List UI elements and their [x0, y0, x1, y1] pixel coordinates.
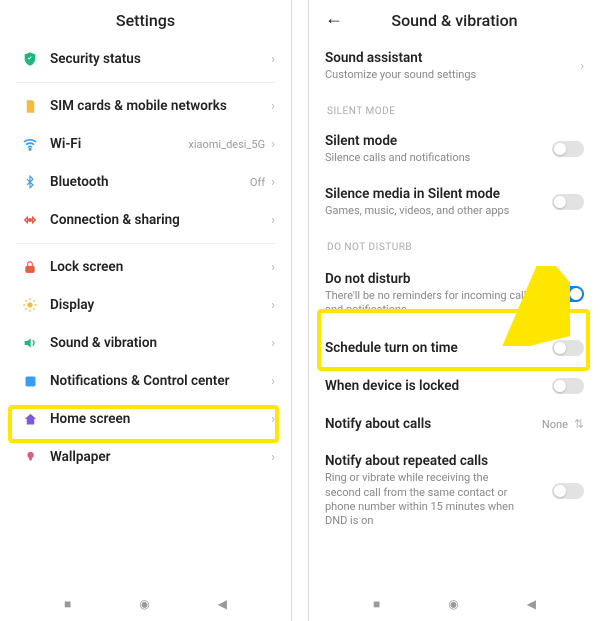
label: Schedule turn on time — [325, 340, 552, 356]
back-button[interactable]: ◀ — [218, 597, 227, 611]
row-schedule[interactable]: Schedule turn on time — [315, 329, 594, 367]
silent-mode-toggle[interactable] — [552, 141, 584, 157]
recents-button[interactable]: ■ — [64, 597, 71, 611]
home-button[interactable]: ◉ — [448, 597, 458, 611]
schedule-toggle[interactable] — [552, 340, 584, 356]
sublabel: There'll be no reminders for incoming ca… — [325, 289, 552, 318]
label: Notify about repeated calls — [325, 453, 552, 469]
recents-button[interactable]: ■ — [373, 597, 380, 611]
row-home-screen[interactable]: Home screen › — [6, 400, 285, 438]
label: Silence media in Silent mode — [325, 186, 552, 202]
label: Wallpaper — [50, 449, 271, 465]
chevron-right-icon: › — [271, 260, 275, 275]
sort-icon: ⇅ — [574, 417, 584, 431]
shield-icon — [16, 51, 44, 67]
chevron-right-icon: › — [271, 450, 275, 465]
label: Lock screen — [50, 259, 271, 275]
row-bluetooth[interactable]: Bluetooth Off › — [6, 163, 285, 201]
section-silent-mode: Silent mode — [315, 92, 594, 123]
chevron-right-icon: › — [271, 336, 275, 351]
separator — [16, 82, 275, 83]
label: Connection & sharing — [50, 212, 271, 228]
chevron-right-icon: › — [271, 99, 275, 114]
header: Settings — [0, 0, 291, 40]
label: Security status — [50, 51, 271, 67]
label: Wi-Fi — [50, 136, 188, 152]
row-wifi[interactable]: Wi-Fi xiaomi_desi_5G › — [6, 125, 285, 163]
speaker-icon — [16, 335, 44, 351]
silence-media-toggle[interactable] — [552, 194, 584, 210]
row-sound-vibration[interactable]: Sound & vibration › — [6, 324, 285, 362]
chevron-right-icon: › — [271, 374, 275, 389]
row-wallpaper[interactable]: Wallpaper › — [6, 438, 285, 476]
page-title: Settings — [116, 11, 175, 30]
row-silent-mode[interactable]: Silent mode Silence calls and notificati… — [315, 123, 594, 175]
share-icon — [16, 212, 44, 228]
row-sound-assistant[interactable]: Sound assistant Customize your sound set… — [315, 40, 594, 92]
chevron-right-icon: › — [271, 52, 275, 67]
label: When device is locked — [325, 378, 552, 394]
row-notify-repeated[interactable]: Notify about repeated calls Ring or vibr… — [315, 443, 594, 538]
label: Display — [50, 297, 271, 313]
row-notifications[interactable]: Notifications & Control center › — [6, 362, 285, 400]
repeated-toggle[interactable] — [552, 483, 584, 499]
page-title: Sound & vibration — [391, 11, 517, 30]
row-when-locked[interactable]: When device is locked — [315, 367, 594, 405]
wallpaper-icon — [16, 450, 44, 465]
sublabel: Games, music, videos, and other apps — [325, 204, 552, 218]
chevron-right-icon: › — [271, 298, 275, 313]
sound-vibration-screen: ← Sound & vibration Sound assistant Cust… — [308, 0, 600, 621]
chevron-right-icon: › — [580, 59, 584, 74]
bluetooth-value: Off — [250, 176, 265, 189]
label: Notify about calls — [325, 416, 542, 432]
row-sim-cards[interactable]: SIM cards & mobile networks › — [6, 87, 285, 125]
settings-list: Security status › SIM cards & mobile net… — [0, 40, 291, 587]
label: SIM cards & mobile networks — [50, 98, 271, 114]
chevron-right-icon: › — [271, 175, 275, 190]
row-do-not-disturb[interactable]: Do not disturb There'll be no reminders … — [315, 259, 594, 330]
wifi-value: xiaomi_desi_5G — [188, 138, 265, 151]
back-arrow-icon[interactable]: ← — [325, 8, 343, 29]
row-silence-media[interactable]: Silence media in Silent mode Games, musi… — [315, 176, 594, 228]
locked-toggle[interactable] — [552, 378, 584, 394]
row-display[interactable]: Display › — [6, 286, 285, 324]
sun-icon — [16, 297, 44, 313]
label: Sound & vibration — [50, 335, 271, 351]
sound-settings-list: Sound assistant Customize your sound set… — [309, 40, 600, 587]
row-notify-calls[interactable]: Notify about calls None ⇅ — [315, 405, 594, 443]
android-navbar: ■ ◉ ◀ — [309, 587, 600, 621]
notification-icon — [16, 374, 44, 389]
home-button[interactable]: ◉ — [139, 597, 149, 611]
sublabel: Ring or vibrate while receiving the seco… — [325, 471, 525, 528]
header: ← Sound & vibration — [309, 0, 600, 40]
chevron-right-icon: › — [271, 412, 275, 427]
back-button[interactable]: ◀ — [527, 597, 536, 611]
row-lock-screen[interactable]: Lock screen › — [6, 248, 285, 286]
label: Silent mode — [325, 133, 552, 149]
label: Notifications & Control center — [50, 373, 271, 389]
lock-icon — [16, 260, 44, 274]
row-connection-sharing[interactable]: Connection & sharing › — [6, 201, 285, 239]
sublabel: Silence calls and notifications — [325, 151, 552, 165]
row-security-status[interactable]: Security status › — [6, 40, 285, 78]
section-dnd: Do not disturb — [315, 228, 594, 259]
dnd-toggle[interactable] — [552, 286, 584, 302]
notify-calls-value: None — [542, 418, 568, 431]
chevron-right-icon: › — [271, 213, 275, 228]
label: Home screen — [50, 411, 271, 427]
home-icon — [16, 412, 44, 427]
settings-screen: Settings Security status › SIM cards & m… — [0, 0, 292, 621]
label: Sound assistant — [325, 50, 580, 66]
label: Bluetooth — [50, 174, 250, 190]
sublabel: Customize your sound settings — [325, 68, 580, 82]
chevron-right-icon: › — [271, 137, 275, 152]
sim-icon — [16, 99, 44, 114]
android-navbar: ■ ◉ ◀ — [0, 587, 291, 621]
label: Do not disturb — [325, 271, 552, 287]
bluetooth-icon — [16, 175, 44, 189]
separator — [16, 243, 275, 244]
wifi-icon — [16, 136, 44, 152]
